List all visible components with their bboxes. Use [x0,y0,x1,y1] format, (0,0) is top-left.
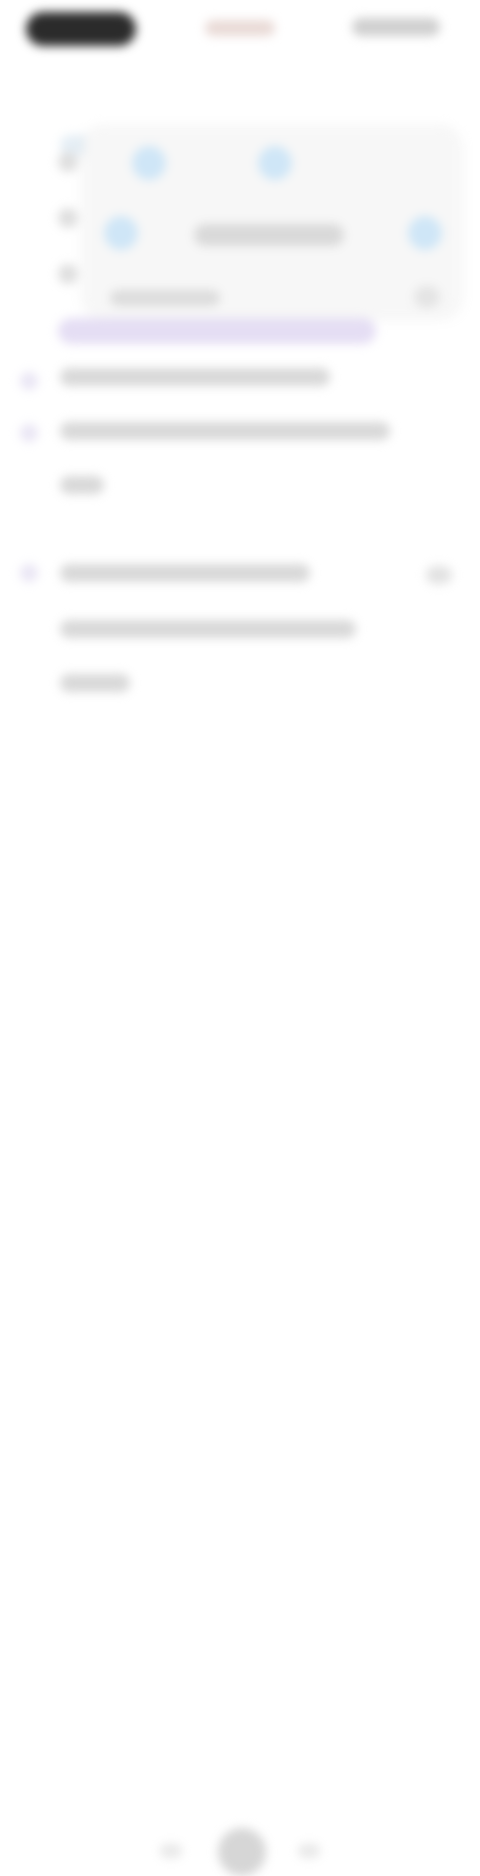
paragraph-2-line-2 [60,620,356,638]
toolbar [0,60,480,164]
home-icon[interactable] [218,1828,266,1876]
rail-marker-1 [58,152,78,172]
highlighted-row[interactable] [58,318,376,344]
paragraph-1-text [60,368,61,369]
paragraph-1-line-3 [60,476,104,494]
status-right-text [352,18,353,19]
card-chip[interactable] [414,286,440,308]
bullet-icon [20,564,38,582]
paragraph-2-text [60,564,61,565]
status-time-pill [26,12,136,46]
toolbar-tab-1 [60,135,61,136]
back-icon[interactable] [160,1844,182,1858]
paragraph-2-line-3 [60,674,130,692]
chevron-right-icon[interactable] [408,216,442,250]
recents-icon[interactable] [298,1844,320,1858]
paragraph-1-line-1 [60,368,330,386]
rail-marker-2 [58,208,78,228]
status-time [26,12,27,13]
rail-marker-3 [58,264,78,284]
plus-icon[interactable] [258,146,292,180]
bullet-icon [20,372,38,390]
status-bar [0,0,480,56]
blurred-screen [0,0,480,1876]
status-center-text [205,20,206,21]
card-title [194,224,344,246]
status-icons [352,18,440,36]
bullet-icon [20,424,38,442]
chevron-left-icon[interactable] [104,216,138,250]
paragraph-1-line-2 [60,422,390,440]
info-icon[interactable] [132,146,166,180]
card-subtitle [110,290,220,306]
home-bar [0,900,480,1876]
paragraph-2-chip[interactable] [426,566,452,584]
status-center-indicator [205,20,275,36]
paragraph-2-line-1 [60,564,310,582]
